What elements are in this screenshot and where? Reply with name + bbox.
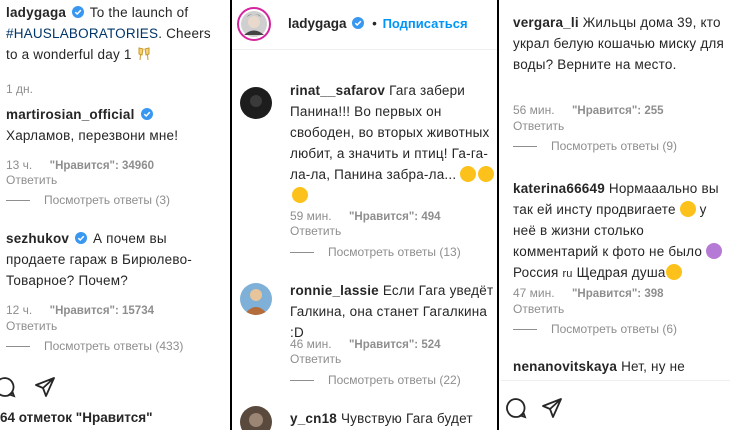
view-replies-button[interactable]: Посмотреть ответы (13): [290, 244, 461, 260]
caption-time: 1 дн.: [6, 82, 33, 96]
comment-item: y_cn18 Чувствую Гага будет: [290, 408, 495, 429]
verified-badge-icon: [75, 232, 88, 244]
left-panel: ladygaga To the launch of #HAUSLABORATOR…: [0, 0, 228, 430]
comment-username[interactable]: nenanovitskaya: [513, 359, 617, 374]
view-replies-label: Посмотреть ответы (22): [328, 373, 461, 387]
action-bar-divider: [501, 380, 730, 381]
comment-item: vergara_li Жильцы дома 39, кто украл бел…: [513, 12, 725, 75]
right-panel: vergara_li Жильцы дома 39, кто украл бел…: [501, 0, 730, 430]
comment-username[interactable]: vergara_li: [513, 15, 579, 30]
share-icon[interactable]: [34, 376, 56, 398]
view-replies-label: Посмотреть ответы (6): [551, 322, 678, 336]
comment-item: martirosian_official Харламов, перезвони…: [6, 104, 226, 146]
clinking-glasses-icon: [138, 47, 150, 61]
author-avatar[interactable]: [237, 7, 271, 41]
comment-item: katerina66649 Нормааально вы так ей инст…: [513, 178, 725, 285]
view-replies-button[interactable]: Посмотреть ответы (9): [513, 138, 677, 154]
flag-ru-icon: ru: [562, 268, 573, 280]
view-replies-button[interactable]: Посмотреть ответы (22): [290, 372, 461, 388]
post-caption: ladygaga To the launch of #HAUSLABORATOR…: [6, 2, 226, 65]
comment-time: 13 ч.: [6, 158, 33, 172]
comment-username[interactable]: katerina66649: [513, 181, 605, 196]
reply-button[interactable]: Ответить: [513, 301, 564, 317]
commenter-avatar[interactable]: [240, 87, 272, 119]
reply-button[interactable]: Ответить: [6, 172, 57, 188]
comment-username[interactable]: sezhukov: [6, 231, 69, 246]
comment-time: 47 мин.: [513, 286, 555, 300]
comment-username[interactable]: ronnie_lassie: [290, 283, 379, 298]
view-replies-button[interactable]: Посмотреть ответы (433): [6, 338, 183, 354]
view-replies-button[interactable]: Посмотреть ответы (6): [513, 321, 677, 337]
likes-count-link[interactable]: 64 отметок "Нравится": [0, 410, 153, 425]
view-replies-label: Посмотреть ответы (13): [328, 245, 461, 259]
avatar-image: [241, 11, 267, 37]
grimace-emoji-icon: [679, 201, 696, 217]
share-icon[interactable]: [541, 397, 563, 419]
comment-time: 12 ч.: [6, 303, 33, 317]
divider: [6, 345, 30, 347]
divider: [290, 251, 314, 253]
verified-badge-icon: [140, 108, 153, 120]
comment-text: Харламов, перезвони мне!: [6, 128, 179, 143]
center-panel: ladygaga • Подписаться rinat__safarov Га…: [230, 0, 499, 430]
divider: [6, 199, 30, 201]
caption-hashtag-link[interactable]: #HAUSLABORATORIES: [6, 26, 158, 41]
comment-time: 59 мин.: [290, 209, 332, 223]
reply-button[interactable]: Ответить: [290, 223, 341, 239]
caption-text: To the launch of: [89, 5, 189, 20]
weary-emoji-icon: [665, 264, 682, 280]
divider: [513, 328, 537, 330]
comment-item: sezhukov А почем вы продаете гараж в Бир…: [6, 228, 226, 291]
comment-icon[interactable]: [0, 376, 16, 398]
follow-button[interactable]: Подписаться: [383, 16, 468, 31]
reply-button[interactable]: Ответить: [6, 318, 57, 334]
reply-button[interactable]: Ответить: [290, 351, 341, 367]
comment-likes-link[interactable]: "Нравится": 255: [572, 105, 664, 117]
comment-text: Нет, ну не: [621, 359, 685, 374]
comment-item: rinat__safarov Гага забери Панина!!! Во …: [290, 80, 495, 206]
caption-username[interactable]: ladygaga: [6, 5, 66, 20]
post-header-text: ladygaga • Подписаться: [288, 16, 468, 31]
comment-time: 56 мин.: [513, 103, 555, 117]
comment-meta: 12 ч. "Нравится": 15734: [6, 302, 154, 319]
comment-username[interactable]: martirosian_official: [6, 107, 135, 122]
comment-likes-link[interactable]: "Нравится": 494: [349, 211, 441, 223]
comment-likes-link[interactable]: "Нравится": 15734: [50, 305, 154, 317]
verified-badge-icon: [352, 17, 365, 29]
view-replies-label: Посмотреть ответы (3): [44, 193, 171, 207]
comment-meta: 47 мин. "Нравится": 398: [513, 285, 664, 302]
comment-username[interactable]: y_cn18: [290, 411, 337, 426]
verified-badge-icon: [72, 6, 85, 18]
view-replies-button[interactable]: Посмотреть ответы (3): [6, 192, 170, 208]
commenter-avatar[interactable]: [240, 406, 272, 430]
comment-likes-link[interactable]: "Нравится": 34960: [50, 160, 154, 172]
rofl-emoji-icon: [460, 166, 477, 182]
author-username[interactable]: ladygaga: [288, 16, 347, 31]
facepalm-emoji-icon: [706, 243, 723, 259]
comment-text: Чувствую Гага будет: [340, 411, 473, 426]
avatar-image: [240, 87, 272, 119]
comment-icon[interactable]: [505, 397, 527, 419]
comment-item: ronnie_lassie Если Гага уведёт Галкина, …: [290, 280, 495, 343]
reply-button[interactable]: Ответить: [513, 118, 564, 134]
avatar-image: [240, 283, 272, 315]
avatar-image: [240, 406, 272, 430]
view-replies-label: Посмотреть ответы (433): [44, 339, 184, 353]
comment-likes-link[interactable]: "Нравится": 398: [572, 288, 664, 300]
comment-time: 46 мин.: [290, 337, 332, 351]
divider: [290, 379, 314, 381]
commenter-avatar[interactable]: [240, 283, 272, 315]
rofl-emoji-icon: [478, 166, 495, 182]
comment-likes-link[interactable]: "Нравится": 524: [349, 339, 441, 351]
rofl-emoji-icon: [292, 187, 308, 203]
header-separator: •: [372, 16, 377, 31]
view-replies-label: Посмотреть ответы (9): [551, 139, 678, 153]
comment-username[interactable]: rinat__safarov: [290, 83, 385, 98]
divider: [513, 145, 537, 147]
comment-meta: 56 мин. "Нравится": 255: [513, 102, 664, 119]
comment-text: Россия: [513, 265, 559, 280]
comment-text: Щедрая душа: [576, 265, 666, 280]
comment-item: nenanovitskaya Нет, ну не: [513, 356, 725, 377]
